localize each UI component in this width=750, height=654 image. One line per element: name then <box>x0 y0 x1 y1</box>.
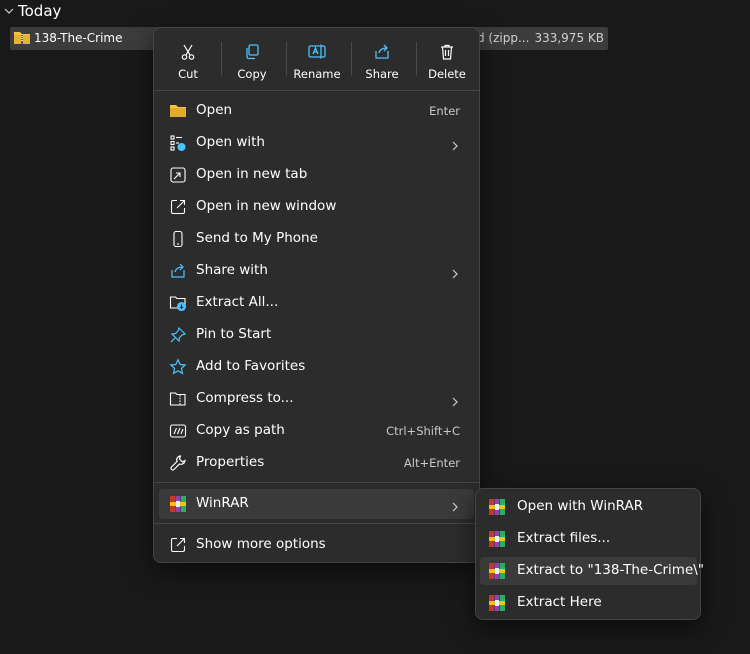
star-icon <box>169 358 187 376</box>
chevron-right-icon <box>450 498 460 512</box>
menu-item-label: Send to My Phone <box>196 230 318 246</box>
quick-action-divider <box>351 42 352 76</box>
phone-icon <box>169 230 187 248</box>
menu-item-label: Show more options <box>196 536 326 552</box>
quick-action-divider <box>221 42 222 76</box>
menu-item-open-new-tab[interactable]: Open in new tab <box>159 160 474 190</box>
share-with-icon <box>169 262 187 280</box>
menu-item-winrar[interactable]: WinRAR <box>159 489 474 519</box>
copy-icon <box>243 42 261 62</box>
winrar-icon <box>488 530 506 548</box>
submenu-item-open-with-winrar[interactable]: Open with WinRAR <box>480 493 697 521</box>
rename-icon <box>307 42 327 62</box>
trash-icon <box>438 42 456 62</box>
menu-item-label: Open <box>196 102 233 118</box>
chevron-right-icon <box>450 265 460 279</box>
menu-item-label: Compress to... <box>196 390 294 406</box>
menu-item-show-more-options[interactable]: Show more options <box>159 530 474 560</box>
share-icon <box>373 42 391 62</box>
winrar-icon <box>488 562 506 580</box>
chevron-down-icon[interactable] <box>1 3 17 19</box>
menu-item-label: Properties <box>196 454 265 470</box>
menu-item-label: Open in new window <box>196 198 337 214</box>
submenu-item-label: Extract to "138-The-Crime\" <box>517 562 705 578</box>
chevron-right-icon <box>450 137 460 151</box>
winrar-icon <box>169 495 187 513</box>
extract-all-icon <box>169 294 187 312</box>
folder-open-icon <box>169 102 187 120</box>
submenu-item-label: Extract Here <box>517 594 602 610</box>
menu-item-label: Open in new tab <box>196 166 308 182</box>
delete-button[interactable]: Delete <box>418 33 476 85</box>
new-tab-icon <box>169 166 187 184</box>
open-with-icon <box>169 134 187 152</box>
menu-item-label: Copy as path <box>196 422 285 438</box>
group-label: Today <box>18 2 62 20</box>
rename-button[interactable]: Rename <box>288 33 346 85</box>
submenu-item-extract-files[interactable]: Extract files... <box>480 525 697 553</box>
rename-label: Rename <box>293 67 341 81</box>
submenu-item-label: Extract files... <box>517 530 611 546</box>
quick-action-divider <box>416 42 417 76</box>
pin-icon <box>169 326 187 344</box>
menu-separator <box>154 523 479 524</box>
submenu-item-extract-here[interactable]: Extract Here <box>480 589 697 617</box>
winrar-submenu: Open with WinRAR Extract files... Extrac… <box>475 488 704 620</box>
menu-item-label: WinRAR <box>196 495 249 511</box>
file-name: 138-The-Crime <box>34 31 123 45</box>
menu-separator <box>154 90 479 91</box>
menu-item-open[interactable]: Open Enter <box>159 96 474 126</box>
cut-button[interactable]: Cut <box>159 33 217 85</box>
context-menu: Cut Copy Rename Share Delete Open Enter … <box>153 27 480 563</box>
menu-item-label: Pin to Start <box>196 326 272 342</box>
menu-item-extract-all[interactable]: Extract All... <box>159 288 474 318</box>
compress-icon <box>169 390 187 408</box>
copy-label: Copy <box>237 67 267 81</box>
cut-label: Cut <box>178 67 198 81</box>
share-button[interactable]: Share <box>353 33 411 85</box>
menu-item-pin-to-start[interactable]: Pin to Start <box>159 320 474 350</box>
quick-actions-bar: Cut Copy Rename Share Delete <box>154 28 479 90</box>
scissors-icon <box>179 42 197 62</box>
winrar-icon <box>488 594 506 612</box>
copy-button[interactable]: Copy <box>223 33 281 85</box>
menu-item-label: Extract All... <box>196 294 279 310</box>
shortcut-text: Ctrl+Shift+C <box>386 424 460 438</box>
menu-item-add-to-favorites[interactable]: Add to Favorites <box>159 352 474 382</box>
menu-item-copy-as-path[interactable]: Copy as path Ctrl+Shift+C <box>159 416 474 446</box>
menu-item-share-with[interactable]: Share with <box>159 256 474 286</box>
quick-action-divider <box>286 42 287 76</box>
menu-item-send-to-phone[interactable]: Send to My Phone <box>159 224 474 254</box>
submenu-item-label: Open with WinRAR <box>517 498 644 514</box>
copy-path-icon <box>169 422 187 440</box>
more-options-icon <box>169 536 187 554</box>
file-size: 333,975 KB <box>534 31 604 45</box>
menu-item-label: Add to Favorites <box>196 358 306 374</box>
chevron-right-icon <box>450 393 460 407</box>
group-header-today[interactable]: Today <box>0 0 61 22</box>
shortcut-text: Alt+Enter <box>403 456 460 470</box>
menu-item-open-with[interactable]: Open with <box>159 128 474 158</box>
wrench-icon <box>169 454 187 472</box>
menu-item-open-new-window[interactable]: Open in new window <box>159 192 474 222</box>
menu-item-label: Open with <box>196 134 265 150</box>
menu-separator <box>154 482 479 483</box>
delete-label: Delete <box>428 67 466 81</box>
menu-item-compress-to[interactable]: Compress to... <box>159 384 474 414</box>
submenu-item-extract-to-folder[interactable]: Extract to "138-The-Crime\" <box>480 557 704 585</box>
shortcut-text: Enter <box>429 104 460 118</box>
new-window-icon <box>169 198 187 216</box>
zip-folder-icon <box>13 30 31 50</box>
menu-item-properties[interactable]: Properties Alt+Enter <box>159 448 474 478</box>
file-type: d (zipp... <box>477 31 530 45</box>
menu-item-label: Share with <box>196 262 268 278</box>
winrar-icon <box>488 498 506 516</box>
share-label: Share <box>365 67 399 81</box>
